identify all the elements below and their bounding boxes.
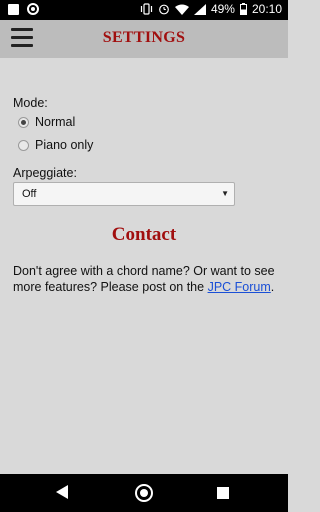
arpeggiate-value: Off [22,188,37,200]
dropdown-arrow-icon: ▼ [221,189,229,198]
mode-option-label: Piano only [35,138,94,152]
status-indicators: 49% 20:10 [140,2,282,16]
status-bar: 49% 20:10 [0,0,288,20]
app-bar: SETTINGS [0,20,288,58]
settings-content: Mode: Normal Piano only Arpeggiate: Off … [0,58,288,474]
recent-apps-icon[interactable] [217,487,229,499]
clock: 20:10 [251,2,282,16]
circle-notification-icon [27,3,39,15]
arpeggiate-select[interactable]: Off ▼ [13,182,235,206]
battery-percent: 49% [210,2,235,16]
mode-option-normal[interactable]: Normal [18,115,75,129]
signal-icon [193,3,206,15]
mode-option-label: Normal [35,115,76,129]
nav-bar [0,474,288,512]
alarm-icon [158,3,170,15]
home-icon[interactable] [135,484,153,502]
back-icon[interactable] [56,485,68,499]
vibrate-icon [140,3,153,15]
mode-option-piano-only[interactable]: Piano only [18,138,93,152]
contact-title: Contact [111,224,177,245]
contact-message-end: . [270,280,275,294]
jpc-forum-link[interactable]: JPC Forum [208,280,271,294]
arpeggiate-label: Arpeggiate: [13,166,77,180]
page-title: SETTINGS [102,29,186,46]
contact-text: Don't agree with a chord name? Or want t… [13,263,275,295]
radio-normal[interactable] [18,116,29,128]
square-notification-icon [8,3,19,15]
wifi-icon [174,4,189,15]
mode-label: Mode: [13,96,48,110]
battery-icon [239,3,247,15]
status-notifications [8,3,39,15]
radio-piano-only[interactable] [18,139,29,151]
